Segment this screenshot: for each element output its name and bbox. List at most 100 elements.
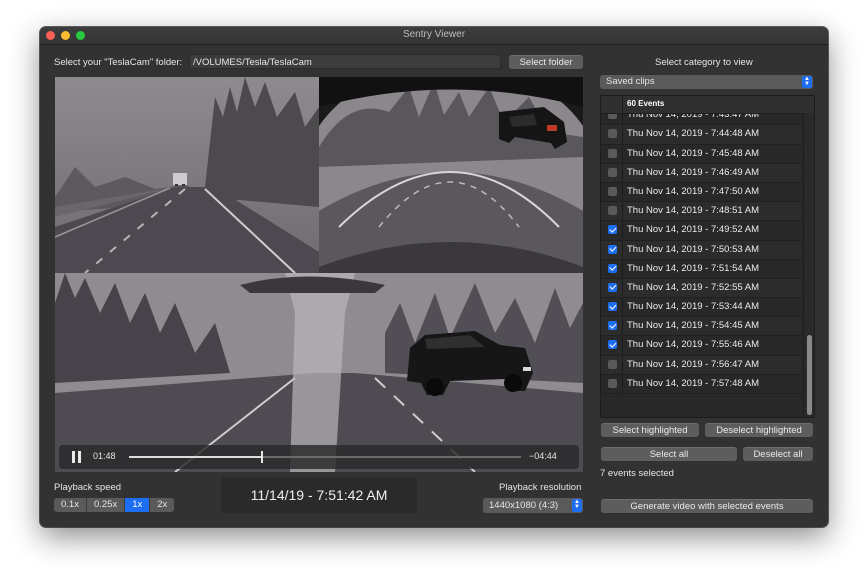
- event-label: Thu Nov 14, 2019 - 7:46:49 AM: [627, 166, 760, 178]
- chevron-updown-icon: ▲ ▼: [572, 499, 582, 512]
- event-checkbox[interactable]: [608, 186, 617, 196]
- event-label: Thu Nov 14, 2019 - 7:52:55 AM: [627, 281, 760, 293]
- event-checkbox[interactable]: [608, 378, 617, 388]
- event-checkbox[interactable]: [608, 321, 617, 331]
- column-divider: [622, 259, 623, 278]
- speed-option-0-1x[interactable]: 0.1x: [54, 498, 87, 512]
- front-camera-view: [55, 77, 319, 273]
- column-divider: [622, 125, 623, 144]
- window-title: Sentry Viewer: [402, 29, 466, 40]
- event-label: Thu Nov 14, 2019 - 7:50:53 AM: [627, 243, 760, 255]
- column-divider: [622, 355, 623, 374]
- event-checkbox[interactable]: [608, 302, 617, 312]
- event-checkbox[interactable]: [608, 282, 617, 292]
- speed-option-0-25x[interactable]: 0.25x: [86, 498, 126, 512]
- category-value: Saved clips: [606, 76, 655, 87]
- deselect-all-button[interactable]: Deselect all: [743, 447, 813, 461]
- events-list[interactable]: Thu Nov 14, 2019 - 7:42:47 AMThu Nov 14,…: [600, 95, 815, 418]
- event-label: Thu Nov 14, 2019 - 7:54:45 AM: [627, 320, 760, 332]
- event-checkbox[interactable]: [608, 225, 617, 235]
- column-divider: [622, 278, 623, 298]
- category-select[interactable]: Saved clips ▲ ▼: [600, 75, 813, 89]
- playback-speed-label: Playback speed: [54, 482, 122, 493]
- event-row[interactable]: Thu Nov 14, 2019 - 7:51:54 AM: [601, 259, 801, 279]
- category-label: Select category to view: [655, 57, 753, 68]
- seek-progress: [129, 456, 263, 458]
- event-row[interactable]: Thu Nov 14, 2019 - 7:50:53 AM: [601, 240, 801, 260]
- remaining-time: −04:44: [529, 451, 557, 461]
- current-timestamp: 11/14/19 - 7:51:42 AM: [221, 477, 417, 513]
- folder-label: Select your "TeslaCam" folder:: [54, 57, 183, 68]
- event-checkbox[interactable]: [608, 129, 617, 139]
- column-divider: [622, 144, 623, 163]
- column-divider: [622, 163, 623, 182]
- event-row[interactable]: Thu Nov 14, 2019 - 7:49:52 AM: [601, 221, 801, 241]
- folder-path-field[interactable]: /VOLUMES/Tesla/TeslaCam: [189, 54, 501, 69]
- event-checkbox[interactable]: [608, 206, 617, 216]
- event-row[interactable]: Thu Nov 14, 2019 - 7:48:51 AM: [601, 202, 801, 222]
- select-folder-button[interactable]: Select folder: [509, 55, 583, 69]
- event-label: Thu Nov 14, 2019 - 7:56:47 AM: [627, 358, 760, 370]
- event-label: Thu Nov 14, 2019 - 7:44:48 AM: [627, 128, 760, 140]
- events-rows: Thu Nov 14, 2019 - 7:42:47 AMThu Nov 14,…: [601, 96, 801, 394]
- playback-resolution-select[interactable]: 1440x1080 (4:3) ▲ ▼: [483, 498, 583, 513]
- playback-resolution-value: 1440x1080 (4:3): [489, 500, 559, 511]
- side-cameras-view: [55, 273, 583, 472]
- event-row[interactable]: Thu Nov 14, 2019 - 7:44:48 AM: [601, 125, 801, 145]
- column-divider: [622, 317, 623, 336]
- seek-bar[interactable]: [129, 451, 521, 463]
- header-divider: [622, 96, 623, 113]
- event-checkbox[interactable]: [608, 244, 617, 254]
- event-row[interactable]: Thu Nov 14, 2019 - 7:46:49 AM: [601, 163, 801, 183]
- column-divider: [622, 182, 623, 202]
- pause-icon[interactable]: [72, 451, 82, 463]
- event-checkbox[interactable]: [608, 359, 617, 369]
- event-label: Thu Nov 14, 2019 - 7:55:46 AM: [627, 339, 760, 351]
- seek-handle[interactable]: [261, 451, 264, 463]
- events-scrollbar[interactable]: [803, 113, 814, 417]
- event-row[interactable]: Thu Nov 14, 2019 - 7:47:50 AM: [601, 182, 801, 203]
- column-divider: [622, 202, 623, 221]
- speed-option-2x[interactable]: 2x: [150, 498, 175, 512]
- column-divider: [622, 336, 623, 355]
- column-divider: [622, 298, 623, 317]
- rear-camera-view: [319, 77, 583, 273]
- events-list-header: 60 Events: [601, 96, 814, 114]
- speed-option-1x[interactable]: 1x: [125, 498, 151, 512]
- event-checkbox[interactable]: [608, 340, 617, 350]
- elapsed-time: 01:48: [93, 451, 116, 461]
- video-player[interactable]: 01:48 −04:44: [55, 77, 583, 472]
- event-checkbox[interactable]: [608, 167, 617, 177]
- event-label: Thu Nov 14, 2019 - 7:53:44 AM: [627, 301, 760, 313]
- event-checkbox[interactable]: [608, 263, 617, 273]
- column-divider: [622, 240, 623, 259]
- event-row[interactable]: Thu Nov 14, 2019 - 7:56:47 AM: [601, 355, 801, 375]
- select-all-button[interactable]: Select all: [601, 447, 737, 461]
- event-label: Thu Nov 14, 2019 - 7:47:50 AM: [627, 185, 760, 197]
- scrollbar-thumb[interactable]: [807, 335, 812, 415]
- chevron-updown-icon: ▲ ▼: [802, 76, 812, 88]
- app-window: Sentry Viewer Select your "TeslaCam" fol…: [40, 27, 828, 527]
- playback-controls: 01:48 −04:44: [59, 445, 579, 469]
- event-label: Thu Nov 14, 2019 - 7:49:52 AM: [627, 224, 760, 236]
- event-label: Thu Nov 14, 2019 - 7:45:48 AM: [627, 147, 760, 159]
- events-count-header: 60 Events: [627, 99, 665, 108]
- event-label: Thu Nov 14, 2019 - 7:48:51 AM: [627, 205, 760, 217]
- generate-video-button[interactable]: Generate video with selected events: [601, 499, 813, 513]
- event-row[interactable]: Thu Nov 14, 2019 - 7:52:55 AM: [601, 278, 801, 299]
- event-row[interactable]: Thu Nov 14, 2019 - 7:53:44 AM: [601, 298, 801, 318]
- playback-speed-selector: 0.1x 0.25x 1x 2x: [54, 498, 175, 512]
- event-label: Thu Nov 14, 2019 - 7:57:48 AM: [627, 377, 760, 389]
- selected-count: 7 events selected: [600, 468, 674, 479]
- playback-resolution-label: Playback resolution: [499, 482, 582, 493]
- event-label: Thu Nov 14, 2019 - 7:51:54 AM: [627, 262, 760, 274]
- select-highlighted-button[interactable]: Select highlighted: [601, 423, 699, 437]
- deselect-highlighted-button[interactable]: Deselect highlighted: [705, 423, 813, 437]
- event-row[interactable]: Thu Nov 14, 2019 - 7:57:48 AM: [601, 374, 801, 394]
- title-bar: Sentry Viewer: [40, 27, 828, 45]
- event-row[interactable]: Thu Nov 14, 2019 - 7:55:46 AM: [601, 336, 801, 356]
- event-row[interactable]: Thu Nov 14, 2019 - 7:54:45 AM: [601, 317, 801, 337]
- column-divider: [622, 374, 623, 393]
- event-row[interactable]: Thu Nov 14, 2019 - 7:45:48 AM: [601, 144, 801, 164]
- event-checkbox[interactable]: [608, 148, 617, 158]
